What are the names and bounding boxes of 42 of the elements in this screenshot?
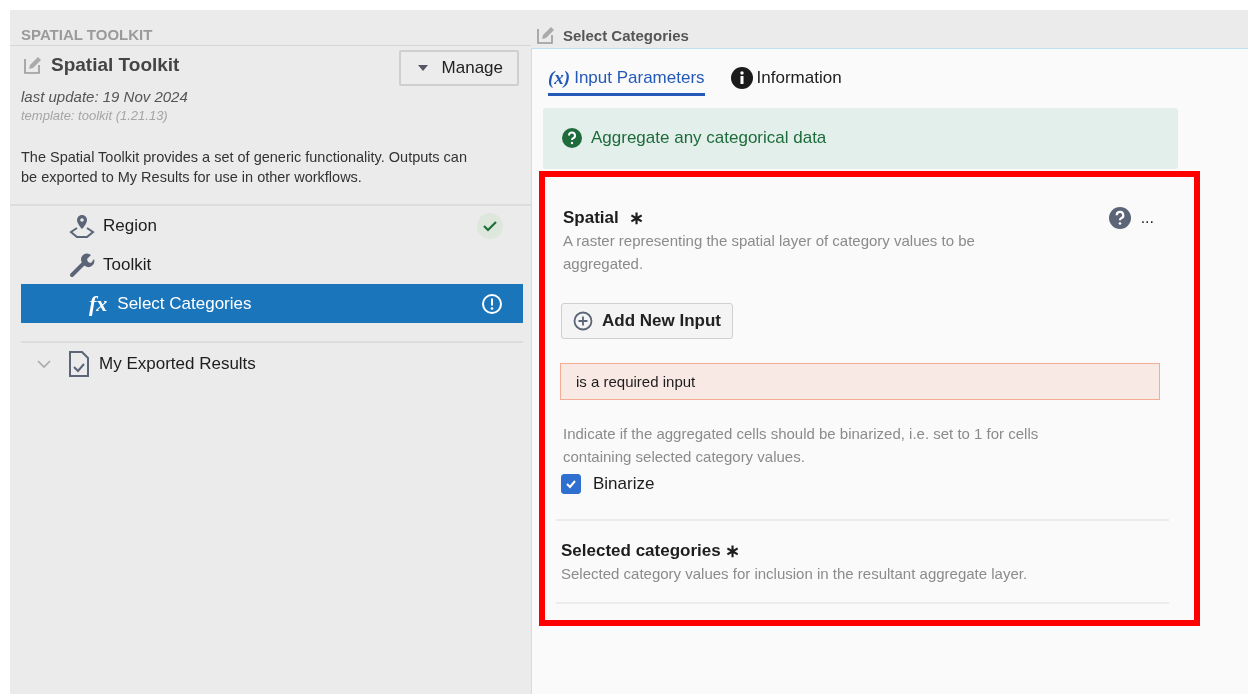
parameter-label: Selected categories <box>561 541 721 561</box>
required-mark: ∗ <box>724 540 740 562</box>
required-mark: ∗ <box>628 207 644 229</box>
help-icon[interactable] <box>1108 207 1131 229</box>
tree-item-label: Region <box>103 215 158 236</box>
add-input-button[interactable]: Add New Input <box>561 303 733 339</box>
function-icon: fx <box>89 290 108 317</box>
panel-title: Select Categories <box>563 26 689 44</box>
info-icon <box>730 67 753 89</box>
option-description: Indicate if the aggregated cells should be binarized, i.e. set to 1 for cells containing selected category values. <box>562 424 1040 467</box>
manage-button[interactable]: Manage <box>398 50 519 86</box>
tree-item[interactable]: My Exported Results <box>21 343 523 385</box>
edit-icon <box>536 26 556 44</box>
parameter-label: Spatial <box>563 208 619 228</box>
tree-item[interactable]: fx Select Categories <box>21 284 523 323</box>
parameter-description: Selected category values for inclusion in the resultant aggregate layer. <box>560 564 1029 584</box>
help-icon <box>562 128 582 148</box>
tree-item-label: Toolkit <box>103 254 153 275</box>
last-update-text: last update: 19 Nov 2024 <box>20 87 189 105</box>
wrench-icon <box>69 251 95 278</box>
caret-icon <box>417 65 428 71</box>
plus-circle-icon <box>573 311 593 331</box>
tree-item[interactable]: Region <box>21 206 523 245</box>
variable-icon: (x) <box>548 67 571 89</box>
parameter-description: A raster representing the spatial layer of category values to be aggregated. <box>562 231 976 274</box>
tab[interactable]: (x) Input Parameters <box>548 67 705 96</box>
document-check-icon <box>67 350 91 378</box>
banner-text: Aggregate any categorical data <box>591 128 827 148</box>
tree-item-label: Select Categories <box>117 293 253 314</box>
toolkit-description: The Spatial Toolkit provides a set of generic functionality. Outputs can be exported to My Results for use in other workflows. <box>20 148 468 187</box>
error-message: is a required input <box>560 363 1160 400</box>
toolkit-title: Spatial Toolkit <box>51 54 180 76</box>
map-pin-icon <box>69 212 95 239</box>
template-text: template: toolkit (1.21.13) <box>20 107 169 123</box>
more-menu[interactable]: ... <box>1140 209 1154 227</box>
section-label: SPATIAL TOOLKIT <box>10 10 531 46</box>
tree-item-label: My Exported Results <box>99 354 257 374</box>
edit-icon <box>23 56 43 74</box>
tree-item[interactable]: Toolkit <box>21 245 523 284</box>
checkbox-label: Binarize <box>593 474 655 494</box>
tab[interactable]: Information <box>730 67 842 96</box>
checkbox[interactable] <box>561 474 581 494</box>
